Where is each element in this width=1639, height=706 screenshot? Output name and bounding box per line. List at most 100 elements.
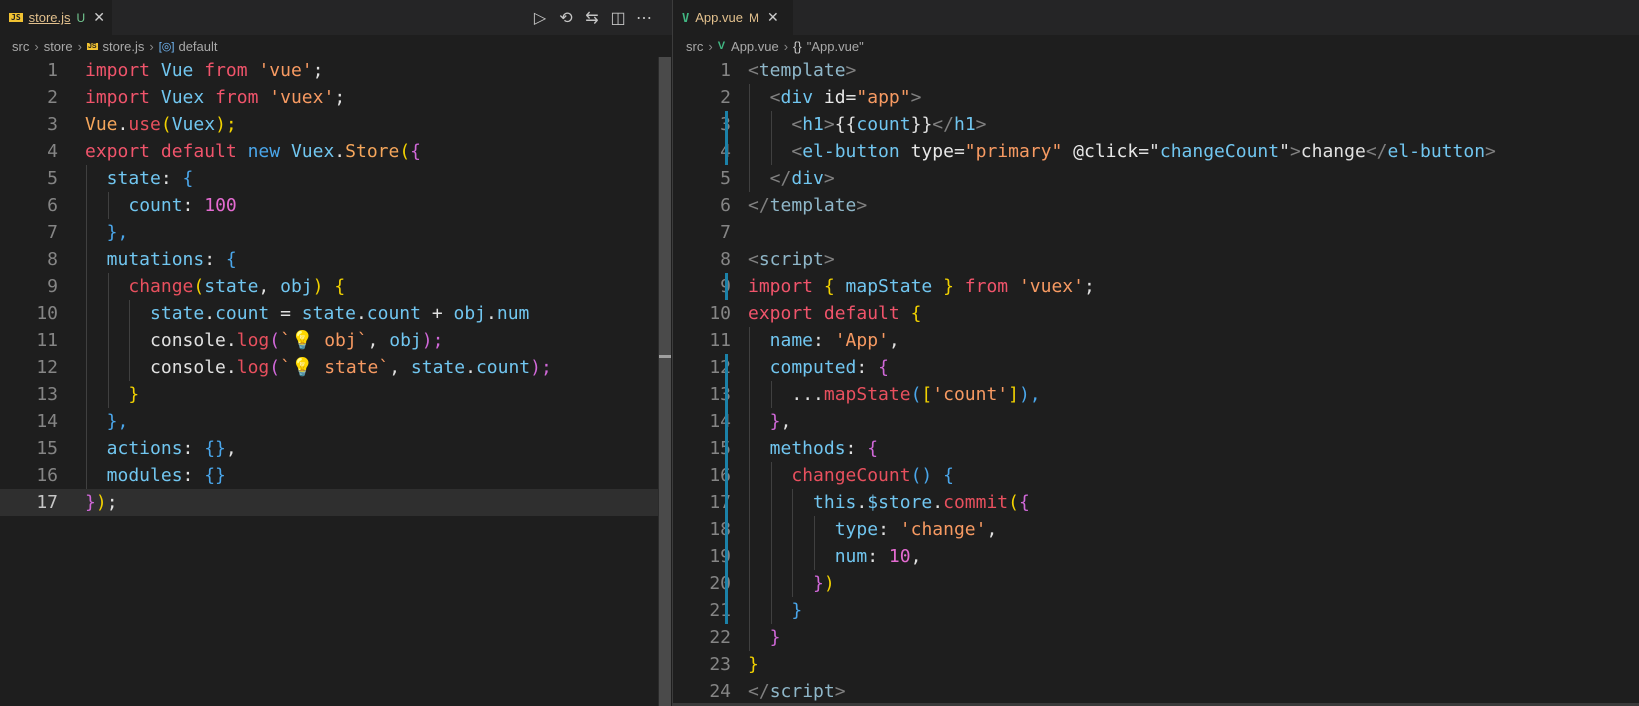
modified-line-marker[interactable] — [725, 273, 728, 300]
breadcrumb-symbol[interactable]: default — [178, 39, 217, 54]
code-line[interactable]: 22} — [673, 624, 1639, 651]
indent-guide — [86, 327, 87, 354]
line-number: 3 — [47, 114, 58, 135]
vertical-scrollbar[interactable] — [658, 57, 672, 706]
chevron-right-icon: › — [783, 38, 789, 54]
split-editor-icon[interactable]: ◫ — [605, 7, 631, 29]
indent-guide — [749, 435, 750, 462]
code-text: export default new Vuex.Store({ — [85, 141, 422, 162]
code-line[interactable]: 24 </script> — [673, 678, 1639, 705]
modified-line-marker[interactable] — [725, 354, 728, 381]
modified-line-marker[interactable] — [725, 138, 728, 165]
modified-line-marker[interactable] — [725, 543, 728, 570]
vertical-scrollbar[interactable] — [1625, 57, 1639, 706]
indent-guide — [770, 462, 772, 489]
code-line[interactable]: 12 console.log(`💡 state`, state.count); — [0, 354, 672, 381]
code-line[interactable]: 15 methods: { — [673, 435, 1639, 462]
code-line[interactable]: 20}) — [673, 570, 1639, 597]
code-line[interactable]: 5 state: { — [0, 165, 672, 192]
code-line[interactable]: 9 import { mapState } from 'vuex'; — [673, 273, 1639, 300]
code-line[interactable]: 15 actions: {}, — [0, 435, 672, 462]
indent-guide — [86, 273, 87, 300]
modified-line-marker[interactable] — [725, 435, 728, 462]
code-line[interactable]: 17 this.$store.commit({ — [673, 489, 1639, 516]
code-line[interactable]: 5 </div> — [673, 165, 1639, 192]
code-line[interactable]: 14}, — [0, 408, 672, 435]
indent-guide — [86, 354, 87, 381]
line-number: 10 — [36, 303, 58, 324]
indent-guide — [749, 165, 750, 192]
timeline-icon[interactable]: ⟲ — [553, 7, 579, 29]
close-icon[interactable]: ✕ — [767, 9, 779, 26]
breadcrumb-folder[interactable]: store — [44, 39, 73, 54]
modified-line-marker[interactable] — [725, 516, 728, 543]
line-number: 4 — [47, 141, 58, 162]
indent-guide — [749, 516, 750, 543]
scrollbar-thumb[interactable] — [659, 57, 671, 706]
code-editor[interactable]: 1 <template> 2 <div id="app"> 3 <h1>{{count… — [673, 57, 1639, 706]
code-line[interactable]: 1 <template> — [673, 57, 1639, 84]
modified-line-marker[interactable] — [725, 408, 728, 435]
code-line[interactable]: 18 type: 'change', — [673, 516, 1639, 543]
line-number: 14 — [36, 411, 58, 432]
run-icon[interactable]: ▷ — [527, 7, 553, 29]
tab-app-vue[interactable]: V App.vue M ✕ — [673, 0, 793, 35]
tab-bar: JS store.js U ✕ ▷ ⟲ ⇆ ◫ ⋯ — [0, 0, 672, 35]
code-line[interactable]: 16 changeCount() { — [673, 462, 1639, 489]
code-line[interactable]: 21} — [673, 597, 1639, 624]
code-line[interactable]: 6 count: 100 — [0, 192, 672, 219]
breadcrumb-folder[interactable]: src — [12, 39, 29, 54]
code-line[interactable]: 16 modules: {} — [0, 462, 672, 489]
code-line[interactable]: 17}); — [0, 489, 658, 516]
modified-line-marker[interactable] — [725, 597, 728, 624]
breadcrumb-file[interactable]: App.vue — [731, 39, 779, 54]
code-line[interactable]: 13} — [0, 381, 672, 408]
code-text: <h1>{{count}}</h1> — [791, 114, 987, 135]
close-icon[interactable]: ✕ — [93, 9, 105, 26]
code-line[interactable]: 1 import Vue from 'vue'; — [0, 57, 672, 84]
tab-store-js[interactable]: JS store.js U ✕ — [0, 0, 112, 35]
indent-guide — [107, 192, 109, 219]
code-line[interactable]: 3 Vue.use(Vuex); — [0, 111, 672, 138]
breadcrumb: src › V App.vue › {} "App.vue" — [673, 35, 1639, 57]
code-line[interactable]: 4 export default new Vuex.Store({ — [0, 138, 672, 165]
breadcrumb-file[interactable]: store.js — [103, 39, 145, 54]
code-line[interactable]: 8 mutations: { — [0, 246, 672, 273]
modified-line-marker[interactable] — [725, 489, 728, 516]
modified-line-marker[interactable] — [725, 381, 728, 408]
code-line[interactable]: 9 change(state, obj) { — [0, 273, 672, 300]
modified-line-marker[interactable] — [725, 462, 728, 489]
code-text: }, — [769, 411, 792, 432]
compare-changes-icon[interactable]: ⇆ — [579, 7, 605, 29]
code-line[interactable]: 3 <h1>{{count}}</h1> — [673, 111, 1639, 138]
code-line[interactable]: 4 <el-button type="primary" @click="chang… — [673, 138, 1639, 165]
code-text: modules: {} — [106, 465, 226, 486]
code-line[interactable]: 14}, — [673, 408, 1639, 435]
code-line[interactable]: 13 ...mapState(['count']), — [673, 381, 1639, 408]
code-text: console.log(`💡 state`, state.count); — [150, 357, 552, 378]
breadcrumb-folder[interactable]: src — [686, 39, 703, 54]
more-actions-icon[interactable]: ⋯ — [631, 7, 657, 29]
line-number: 17 — [36, 492, 58, 513]
indent-guide — [749, 624, 750, 651]
modified-line-marker[interactable] — [725, 111, 728, 138]
code-editor[interactable]: 1 import Vue from 'vue'; 2 import Vuex fro… — [0, 57, 672, 706]
code-line[interactable]: 11 console.log(`💡 obj`, obj); — [0, 327, 672, 354]
indent-guide — [749, 462, 750, 489]
code-line[interactable]: 19 num: 10, — [673, 543, 1639, 570]
code-line[interactable]: 10 state.count = state.count + obj.num — [0, 300, 672, 327]
code-line[interactable]: 8 <script> — [673, 246, 1639, 273]
lightbulb-icon: 💡 — [290, 357, 314, 378]
code-line[interactable]: 12 computed: { — [673, 354, 1639, 381]
code-line[interactable]: 23} — [673, 651, 1639, 678]
code-line[interactable]: 10 export default { — [673, 300, 1639, 327]
code-line[interactable]: 7 — [673, 219, 1639, 246]
code-line[interactable]: 11 name: 'App', — [673, 327, 1639, 354]
code-line[interactable]: 2 <div id="app"> — [673, 84, 1639, 111]
modified-line-marker[interactable] — [725, 570, 728, 597]
code-text: change(state, obj) { — [128, 276, 346, 297]
code-line[interactable]: 7}, — [0, 219, 672, 246]
code-line[interactable]: 6 </template> — [673, 192, 1639, 219]
breadcrumb-symbol[interactable]: "App.vue" — [807, 39, 864, 54]
code-line[interactable]: 2 import Vuex from 'vuex'; — [0, 84, 672, 111]
